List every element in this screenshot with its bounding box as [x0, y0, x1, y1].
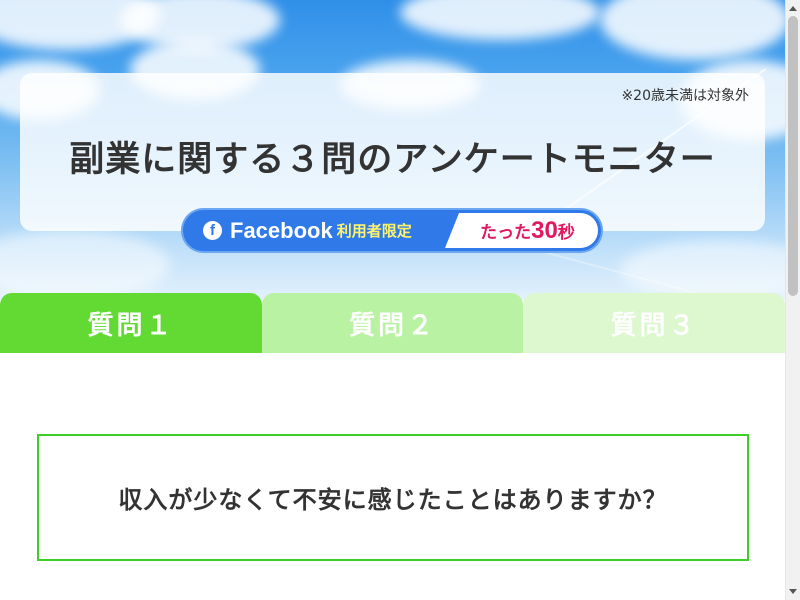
age-restriction-note: ※20歳未満は対象外	[621, 88, 749, 104]
duration-prefix: たった	[480, 222, 532, 243]
tab-question-3[interactable]: 質問３	[523, 293, 785, 353]
duration-unit: 秒	[557, 222, 575, 243]
duration-label: たった30秒	[445, 213, 598, 248]
cloud	[620, 240, 785, 300]
badge-left: f Facebook 利用者限定	[183, 210, 455, 251]
tab-question-1[interactable]: 質問１	[0, 293, 262, 353]
facebook-limited-badge: f Facebook 利用者限定 たった30秒	[183, 210, 601, 251]
cloud	[600, 0, 785, 60]
facebook-label: Facebook	[230, 217, 333, 243]
scroll-up-icon[interactable]	[789, 6, 797, 11]
question-text: 収入が少なくて不安に感じたことはありますか？	[118, 486, 668, 514]
vertical-scrollbar[interactable]	[785, 0, 800, 600]
facebook-icon: f	[203, 221, 222, 240]
title-card: ※20歳未満は対象外 副業に関する３問のアンケートモニター	[20, 73, 765, 231]
users-only-label: 利用者限定	[336, 222, 412, 240]
cloud	[400, 0, 600, 40]
duration-number: 30	[531, 216, 558, 244]
hero-banner: ※20歳未満は対象外 副業に関する３問のアンケートモニター f Facebook…	[0, 0, 785, 300]
page-title: 副業に関する３問のアンケートモニター	[69, 140, 716, 180]
scrollbar-thumb[interactable]	[788, 16, 798, 296]
page: ※20歳未満は対象外 副業に関する３問のアンケートモニター f Facebook…	[0, 0, 785, 600]
question-tabs: 質問１ 質問２ 質問３	[0, 293, 785, 353]
question-box: 収入が少なくて不安に感じたことはありますか？	[37, 434, 749, 561]
tab-question-2[interactable]: 質問２	[262, 293, 523, 353]
scroll-down-icon[interactable]	[789, 589, 797, 594]
cloud	[0, 230, 170, 300]
